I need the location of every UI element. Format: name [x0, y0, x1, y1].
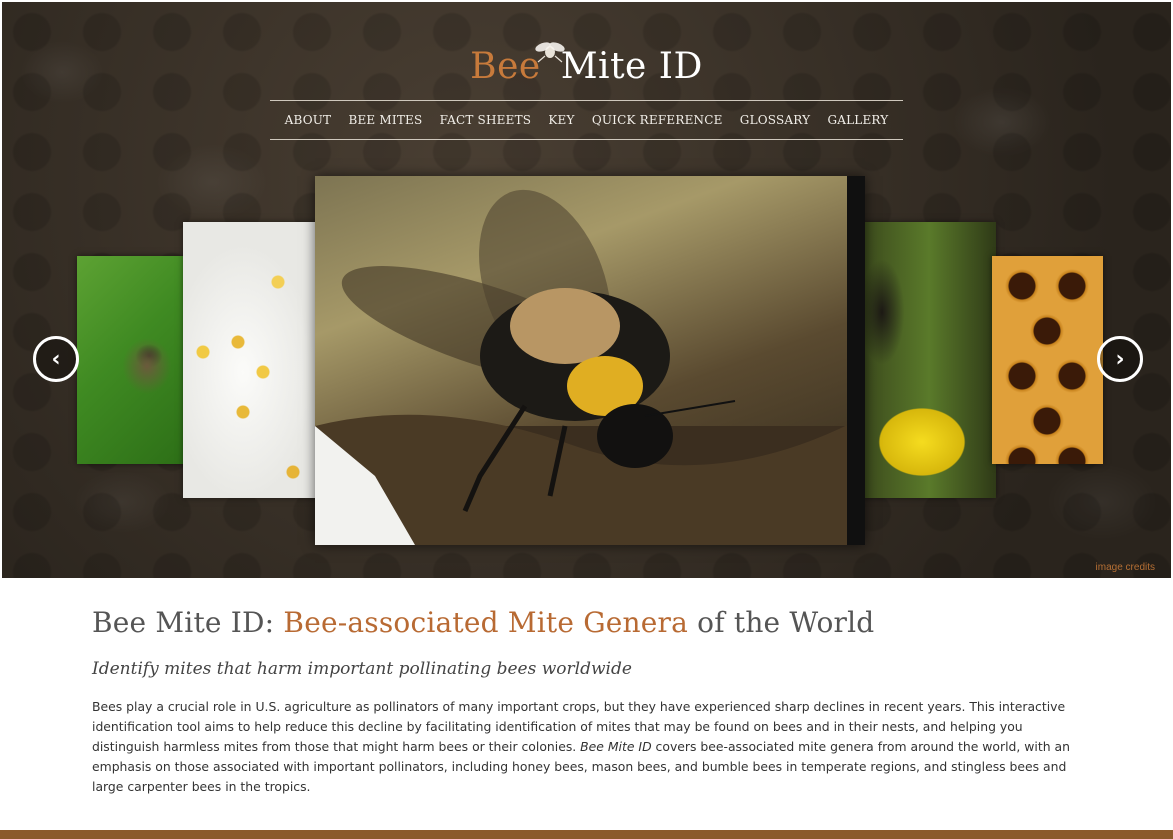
title-suffix: of the World	[688, 606, 875, 639]
footer-bar	[0, 830, 1173, 839]
title-prefix: Bee Mite ID:	[92, 606, 284, 639]
image-credits-link[interactable]: image credits	[1096, 562, 1155, 573]
intro-text-italic: Bee Mite ID	[580, 739, 652, 754]
carousel-next-button[interactable]: ›	[1097, 336, 1143, 382]
carousel-slide-white-flower[interactable]	[183, 222, 318, 498]
carousel-slide-honeycomb[interactable]	[992, 256, 1103, 464]
intro-paragraph: Bees play a crucial role in U.S. agricul…	[92, 697, 1072, 797]
chevron-left-icon: ‹	[51, 346, 61, 372]
nav-item-about[interactable]: ABOUT	[285, 113, 332, 127]
hero-banner: Bee Mite ID ABOUT BEE MITES FACT SHEETS K…	[2, 2, 1171, 578]
intro-section: Bee Mite ID: Bee-associated Mite Genera …	[92, 606, 1072, 797]
nav-item-gallery[interactable]: GALLERY	[827, 113, 888, 127]
carousel-slide-bee-on-yellow-flower[interactable]	[862, 222, 996, 498]
carousel-slide-bumblebee-with-mites[interactable]	[315, 176, 865, 545]
site-logo[interactable]: Bee Mite ID	[2, 42, 1171, 87]
page-title: Bee Mite ID: Bee-associated Mite Genera …	[92, 606, 1072, 639]
logo-part-bee: Bee	[470, 46, 541, 87]
logo-part-mite-id: Mite ID	[560, 46, 703, 87]
nav-item-bee-mites[interactable]: BEE MITES	[348, 113, 422, 127]
chevron-right-icon: ›	[1115, 346, 1125, 372]
nav-item-quick-reference[interactable]: QUICK REFERENCE	[592, 113, 723, 127]
carousel-prev-button[interactable]: ‹	[33, 336, 79, 382]
mite-icon	[533, 32, 567, 73]
carousel-slide-bee-on-leaf[interactable]	[77, 256, 186, 464]
nav-item-key[interactable]: KEY	[548, 113, 574, 127]
title-highlight: Bee-associated Mite Genera	[283, 606, 689, 639]
nav-item-glossary[interactable]: GLOSSARY	[740, 113, 810, 127]
main-nav: ABOUT BEE MITES FACT SHEETS KEY QUICK RE…	[270, 100, 903, 140]
nav-item-fact-sheets[interactable]: FACT SHEETS	[440, 113, 532, 127]
page-subtitle: Identify mites that harm important polli…	[92, 659, 632, 679]
